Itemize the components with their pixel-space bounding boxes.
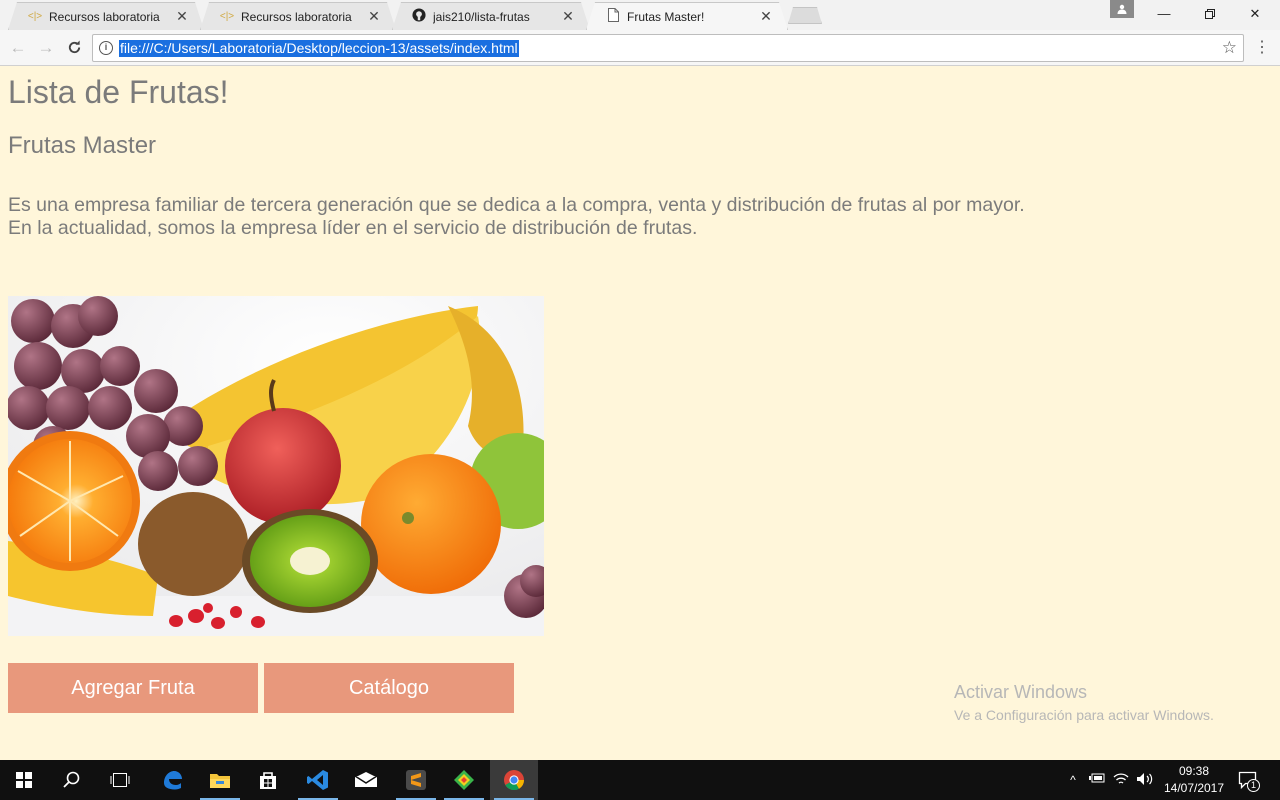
- fruits-image: [8, 296, 544, 636]
- web-page: Lista de Frutas! Frutas Master Es una em…: [0, 66, 1280, 760]
- url-text[interactable]: file:///C:/Users/Laboratoria/Desktop/lec…: [119, 40, 519, 57]
- tab-frutas-master[interactable]: Frutas Master! ✕: [586, 2, 788, 30]
- github-icon: [411, 8, 427, 25]
- clock-time: 09:38: [1178, 764, 1210, 778]
- windows-start-icon[interactable]: [0, 760, 48, 800]
- close-icon[interactable]: ✕: [367, 8, 381, 25]
- activate-windows-subtitle: Ve a Configuración para activar Windows.: [954, 707, 1214, 723]
- restore-icon[interactable]: [1187, 0, 1233, 28]
- back-arrow-icon[interactable]: ←: [6, 36, 30, 60]
- vscode-icon[interactable]: [294, 760, 342, 800]
- search-icon[interactable]: [48, 760, 96, 800]
- notification-center-icon[interactable]: 1: [1238, 770, 1260, 792]
- file-explorer-icon[interactable]: [196, 760, 244, 800]
- tab-title: Frutas Master!: [627, 9, 705, 24]
- page-title: Lista de Frutas!: [8, 74, 229, 110]
- tab-title: Recursos laboratoria: [49, 9, 160, 24]
- system-clock[interactable]: 09:38 14/07/2017: [1162, 763, 1226, 797]
- clock-date: 14/07/2017: [1163, 781, 1225, 795]
- task-view-icon[interactable]: [96, 760, 144, 800]
- activate-windows-title: Activar Windows: [954, 682, 1088, 702]
- tab-recursos-laboratoria-2[interactable]: <|> Recursos laboratoria ✕: [200, 2, 396, 30]
- code-bracket-icon: <|>: [219, 11, 235, 22]
- code-bracket-icon: <|>: [27, 11, 43, 22]
- windows-taskbar: ^ 09:38 14/07/2017 1: [0, 760, 1280, 800]
- tab-title: jais210/lista-frutas: [433, 9, 530, 24]
- reload-icon[interactable]: [62, 36, 86, 60]
- browser-tab-strip: <|> Recursos laboratoria ✕ <|> Recursos …: [0, 0, 1280, 30]
- info-icon[interactable]: i: [99, 41, 113, 55]
- edge-browser-icon[interactable]: [148, 760, 196, 800]
- browser-toolbar: ← → i file:///C:/Users/Laboratoria/Deskt…: [0, 30, 1280, 66]
- description-line: Es una empresa familiar de tercera gener…: [8, 194, 1025, 216]
- catalog-button[interactable]: Catálogo: [264, 663, 514, 713]
- close-icon[interactable]: ✕: [759, 8, 773, 25]
- tab-title: Recursos laboratoria: [241, 9, 352, 24]
- forward-arrow-icon[interactable]: →: [34, 36, 58, 60]
- add-fruit-button[interactable]: Agregar Fruta: [8, 663, 258, 713]
- new-tab-button[interactable]: [788, 7, 822, 24]
- minimize-icon[interactable]: —: [1141, 0, 1187, 28]
- chrome-icon[interactable]: [490, 760, 538, 800]
- close-icon[interactable]: ✕: [561, 8, 575, 25]
- volume-icon[interactable]: [1136, 772, 1154, 788]
- description-line: En la actualidad, somos la empresa líder…: [8, 217, 698, 239]
- sublime-text-icon[interactable]: [392, 760, 440, 800]
- document-icon: [605, 8, 621, 25]
- store-icon[interactable]: [244, 760, 292, 800]
- window-close-icon[interactable]: ✕: [1232, 0, 1278, 28]
- tab-recursos-laboratoria-1[interactable]: <|> Recursos laboratoria ✕: [8, 2, 204, 30]
- close-icon[interactable]: ✕: [175, 8, 189, 25]
- company-description: Es una empresa familiar de tercera gener…: [8, 194, 1025, 240]
- address-bar[interactable]: i file:///C:/Users/Laboratoria/Desktop/l…: [92, 34, 1244, 62]
- profile-icon[interactable]: [1110, 0, 1134, 18]
- company-name: Frutas Master: [8, 132, 157, 159]
- mail-icon[interactable]: [342, 760, 390, 800]
- tab-lista-frutas-github[interactable]: jais210/lista-frutas ✕: [392, 2, 590, 30]
- notification-count: 1: [1247, 779, 1260, 792]
- git-kraken-icon[interactable]: [440, 760, 488, 800]
- wifi-icon[interactable]: [1112, 772, 1130, 788]
- battery-icon[interactable]: [1088, 772, 1106, 788]
- chevron-up-icon[interactable]: ^: [1064, 772, 1082, 788]
- more-menu-icon[interactable]: ⋮: [1254, 36, 1270, 60]
- bookmark-star-icon[interactable]: ☆: [1222, 38, 1237, 58]
